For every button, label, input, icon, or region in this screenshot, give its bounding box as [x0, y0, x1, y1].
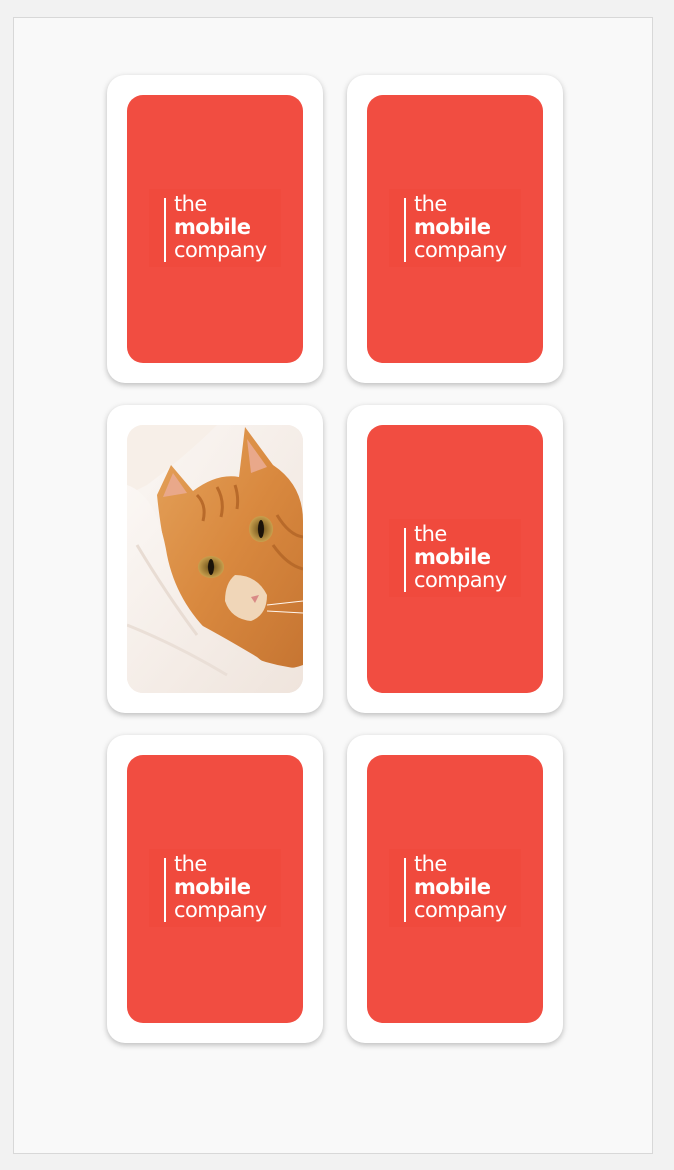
logo-text: the mobile company [414, 193, 507, 262]
logo-word-the: the [414, 192, 447, 216]
game-frame: the mobile company the mobile company th… [13, 17, 653, 1154]
logo-text: the mobile company [174, 853, 267, 922]
ginger-cat-photo [127, 425, 303, 693]
memory-card-2[interactable]: the mobile company [347, 75, 563, 383]
logo-text: the mobile company [414, 523, 507, 592]
card-back: the mobile company [367, 755, 543, 1023]
logo-word-company: company [174, 238, 267, 262]
logo-word-mobile: mobile [174, 875, 251, 899]
memory-card-5[interactable]: the mobile company [107, 735, 323, 1043]
the-mobile-company-logo: the mobile company [149, 189, 281, 267]
card-front-cat [127, 425, 303, 693]
logo-word-the: the [414, 522, 447, 546]
memory-card-1[interactable]: the mobile company [107, 75, 323, 383]
logo-word-company: company [174, 898, 267, 922]
logo-bar [164, 858, 166, 922]
logo-word-mobile: mobile [414, 545, 491, 569]
logo-text: the mobile company [174, 193, 267, 262]
card-back: the mobile company [367, 425, 543, 693]
memory-card-3[interactable] [107, 405, 323, 713]
the-mobile-company-logo: the mobile company [389, 189, 521, 267]
card-back: the mobile company [127, 95, 303, 363]
card-back: the mobile company [367, 95, 543, 363]
card-back: the mobile company [127, 755, 303, 1023]
logo-word-the: the [174, 192, 207, 216]
logo-word-company: company [414, 898, 507, 922]
memory-card-board: the mobile company the mobile company th… [107, 75, 563, 1043]
logo-word-mobile: mobile [174, 215, 251, 239]
logo-bar [404, 858, 406, 922]
logo-word-company: company [414, 238, 507, 262]
the-mobile-company-logo: the mobile company [149, 849, 281, 927]
logo-bar [404, 528, 406, 592]
the-mobile-company-logo: the mobile company [389, 849, 521, 927]
logo-word-the: the [174, 852, 207, 876]
logo-word-the: the [414, 852, 447, 876]
logo-word-mobile: mobile [414, 875, 491, 899]
logo-word-mobile: mobile [414, 215, 491, 239]
logo-word-company: company [414, 568, 507, 592]
logo-bar [164, 198, 166, 262]
logo-bar [404, 198, 406, 262]
logo-text: the mobile company [414, 853, 507, 922]
the-mobile-company-logo: the mobile company [389, 519, 521, 597]
memory-card-4[interactable]: the mobile company [347, 405, 563, 713]
memory-card-6[interactable]: the mobile company [347, 735, 563, 1043]
